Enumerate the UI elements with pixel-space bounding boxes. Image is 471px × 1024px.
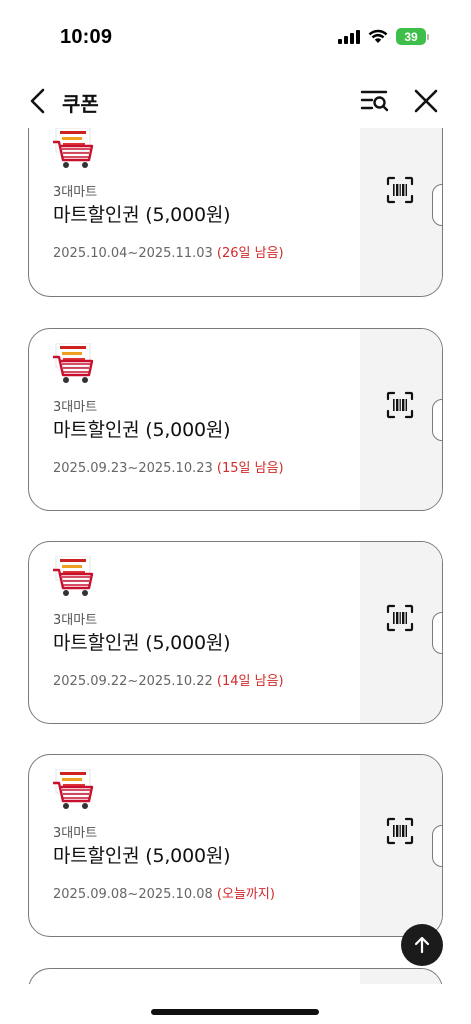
battery-indicator: 39 bbox=[396, 28, 429, 45]
scroll-top-button[interactable] bbox=[401, 924, 443, 966]
coupon-side-panel bbox=[360, 755, 442, 936]
wifi-icon bbox=[368, 29, 388, 43]
coupon-list[interactable]: 3대마트 마트할인권 (5,000원) 2025.10.04~2025.11.0… bbox=[0, 128, 471, 984]
coupon-period: 2025.10.04~2025.11.03 bbox=[53, 246, 213, 261]
mart-cart-logo-icon bbox=[53, 343, 94, 383]
coupon-brand: 3대마트 bbox=[53, 400, 98, 415]
coupon-side-panel bbox=[360, 128, 442, 296]
coupon-validity: 2025.09.22~2025.10.22 (14일 남음) bbox=[53, 670, 284, 689]
barcode-scan-icon bbox=[386, 817, 414, 845]
coupon-validity: 2025.10.04~2025.11.03 (26일 남음) bbox=[53, 242, 284, 261]
coupon-remaining: (15일 남음) bbox=[216, 461, 284, 476]
coupon-validity: 2025.09.08~2025.10.08 (오늘까지) bbox=[53, 883, 275, 902]
filter-search-icon bbox=[360, 90, 389, 112]
coupon-brand: 3대마트 bbox=[53, 613, 98, 628]
barcode-scan-icon bbox=[386, 604, 414, 632]
coupon-validity: 2025.09.23~2025.10.23 (15일 남음) bbox=[53, 457, 284, 476]
arrow-up-icon bbox=[414, 936, 430, 954]
coupon-card-partial[interactable] bbox=[28, 968, 443, 984]
coupon-card[interactable]: 3대마트 마트할인권 (5,000원) 2025.09.22~2025.10.2… bbox=[28, 541, 443, 724]
status-icons: 39 bbox=[338, 28, 429, 45]
coupon-brand: 3대마트 bbox=[53, 185, 98, 200]
coupon-notch bbox=[432, 184, 442, 226]
page-title: 쿠폰 bbox=[62, 92, 99, 116]
coupon-name: 마트할인권 (5,000원) bbox=[53, 632, 231, 654]
coupon-name: 마트할인권 (5,000원) bbox=[53, 845, 231, 867]
coupon-side-panel bbox=[360, 969, 442, 984]
coupon-card[interactable]: 3대마트 마트할인권 (5,000원) 2025.10.04~2025.11.0… bbox=[28, 128, 443, 297]
signal-icon bbox=[338, 29, 360, 44]
coupon-side-panel bbox=[360, 329, 442, 510]
coupon-notch bbox=[432, 612, 442, 654]
barcode-scan-icon bbox=[386, 391, 414, 419]
coupon-remaining: (14일 남음) bbox=[216, 674, 284, 689]
status-bar: 10:09 39 bbox=[0, 0, 471, 76]
filter-search-button[interactable] bbox=[360, 88, 390, 114]
barcode-button[interactable] bbox=[386, 604, 414, 632]
close-icon bbox=[414, 89, 438, 113]
coupon-card[interactable]: 3대마트 마트할인권 (5,000원) 2025.09.08~2025.10.0… bbox=[28, 754, 443, 937]
barcode-scan-icon bbox=[386, 176, 414, 204]
coupon-notch bbox=[432, 399, 442, 441]
coupon-period: 2025.09.08~2025.10.08 bbox=[53, 887, 213, 902]
coupon-brand: 3대마트 bbox=[53, 826, 98, 841]
coupon-name: 마트할인권 (5,000원) bbox=[53, 204, 231, 226]
mart-cart-logo-icon bbox=[53, 128, 94, 168]
coupon-name: 마트할인권 (5,000원) bbox=[53, 419, 231, 441]
coupon-notch bbox=[432, 825, 442, 867]
battery-level: 39 bbox=[396, 28, 426, 45]
coupon-remaining: (26일 남음) bbox=[216, 246, 284, 261]
mart-cart-logo-icon bbox=[53, 769, 94, 809]
mart-cart-logo-icon bbox=[53, 556, 94, 596]
barcode-button[interactable] bbox=[386, 176, 414, 204]
back-button[interactable] bbox=[24, 86, 54, 116]
coupon-side-panel bbox=[360, 542, 442, 723]
barcode-button[interactable] bbox=[386, 817, 414, 845]
coupon-period: 2025.09.22~2025.10.22 bbox=[53, 674, 213, 689]
barcode-button[interactable] bbox=[386, 391, 414, 419]
home-indicator bbox=[151, 1009, 319, 1015]
app-header: 쿠폰 bbox=[0, 76, 471, 128]
coupon-period: 2025.09.23~2025.10.23 bbox=[53, 461, 213, 476]
coupon-card[interactable]: 3대마트 마트할인권 (5,000원) 2025.09.23~2025.10.2… bbox=[28, 328, 443, 511]
close-button[interactable] bbox=[413, 88, 439, 114]
chevron-left-icon bbox=[30, 88, 45, 114]
status-time: 10:09 bbox=[60, 26, 113, 48]
coupon-remaining: (오늘까지) bbox=[216, 887, 275, 902]
battery-cap bbox=[427, 33, 429, 40]
